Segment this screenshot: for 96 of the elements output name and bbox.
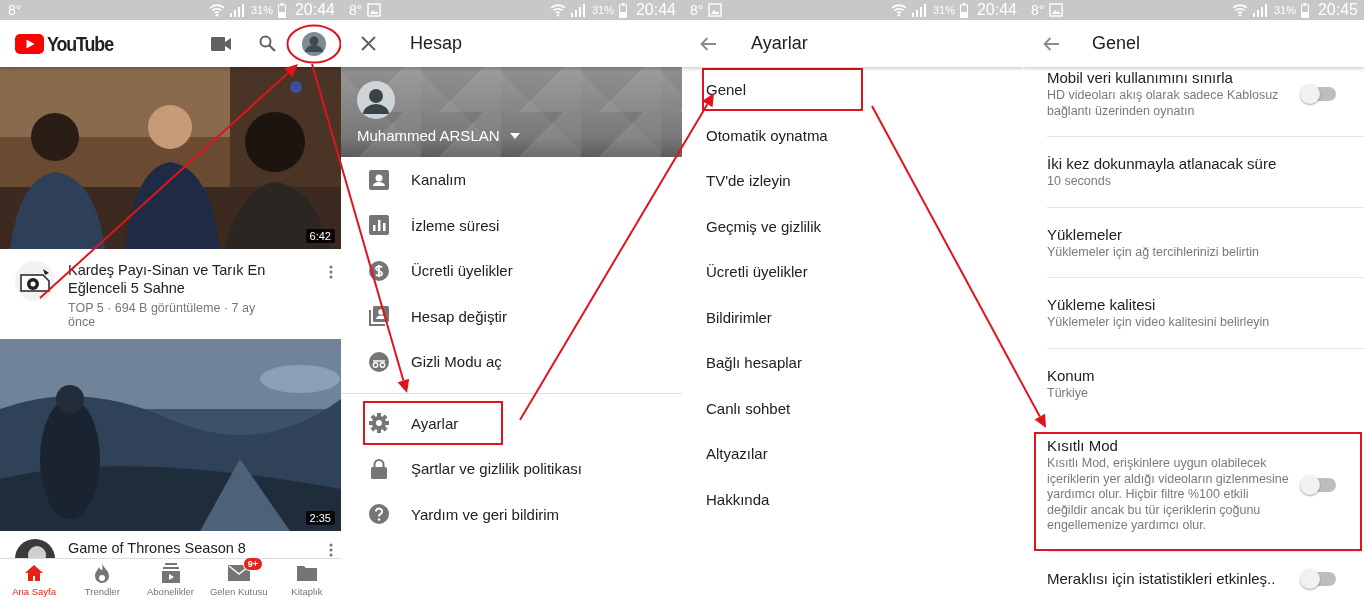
nav-tab[interactable]: Trendler bbox=[68, 559, 137, 601]
menu-item[interactable]: Şartlar ve gizlilik politikası bbox=[363, 446, 584, 491]
screen-title: Genel bbox=[1092, 33, 1141, 54]
image-icon bbox=[1049, 3, 1064, 17]
setting-description: Kısıtlı Mod, erişkinlere uygun olabilecek içeriklerin yer aldığı videoların gizlenmesine yardımcı olur. Hiçbir filtre %100 etkili değildir ancak bu tür içeriklerin çoğunu engellemenize yardımcı olur. bbox=[1047, 456, 1289, 534]
caret-icon[interactable] bbox=[509, 132, 520, 139]
envelope-icon bbox=[227, 565, 250, 581]
image-icon bbox=[367, 3, 382, 17]
setting-description: Yüklemeler için ağ tercihlerinizi belirtin bbox=[1047, 244, 1260, 260]
menu-item[interactable]: Ücretli üyelikler bbox=[363, 248, 515, 293]
account-avatar[interactable] bbox=[302, 31, 326, 56]
toggle-switch[interactable] bbox=[1302, 86, 1336, 101]
menu-item[interactable]: İzleme süresi bbox=[363, 203, 503, 248]
menu-item[interactable]: Hesap değiştir bbox=[363, 294, 509, 339]
settings-item[interactable]: Ücretli üyelikler bbox=[702, 250, 863, 294]
setting-title: Yüklemeler bbox=[1047, 224, 1124, 245]
menu-item[interactable]: Ayarlar bbox=[363, 401, 503, 446]
menu-item[interactable]: Yardım ve geri bildirim bbox=[363, 492, 562, 537]
menu-item[interactable]: Kanalım bbox=[363, 157, 503, 202]
profile-avatar[interactable] bbox=[357, 81, 395, 119]
settings-item[interactable]: Altyazılar bbox=[702, 432, 863, 476]
subscriptions-icon bbox=[161, 563, 180, 583]
back-arrow-icon[interactable] bbox=[1043, 36, 1059, 51]
battery-icon bbox=[959, 2, 968, 18]
wifi-icon bbox=[890, 3, 907, 17]
settings-item[interactable]: Canlı sohbet bbox=[702, 386, 863, 430]
wifi-icon bbox=[1231, 3, 1248, 17]
folder-icon bbox=[296, 565, 317, 581]
video-camera-icon[interactable] bbox=[211, 36, 231, 51]
nav-tab[interactable]: 9+ Gelen Kutusu bbox=[204, 559, 273, 601]
setting-title: Meraklısı için istatistikleri etkinleş.. bbox=[1047, 568, 1277, 589]
video-title[interactable]: Game of Thrones Season 8 bbox=[68, 539, 283, 557]
setting-row[interactable]: Konum Türkiye bbox=[1034, 348, 1362, 418]
wifi-icon bbox=[549, 3, 566, 17]
settings-item[interactable]: Otomatik oynatma bbox=[702, 113, 863, 157]
setting-description: HD videoları akış olarak sadece Kablosuz bağlantı üzerinden oynatın bbox=[1047, 88, 1280, 119]
video-title[interactable]: Kardeş Payı-Sinan ve Tarık En Eğlenceli 5 Sahne bbox=[68, 261, 283, 297]
settings-item[interactable]: Hakkında bbox=[702, 477, 863, 521]
setting-row[interactable]: Meraklısı için istatistikleri etkinleş.. bbox=[1034, 551, 1362, 601]
signal-icon bbox=[1252, 3, 1267, 17]
screen-title: Hesap bbox=[410, 33, 463, 54]
setting-title: İki kez dokunmayla atlanacak süre bbox=[1047, 154, 1278, 174]
video-meta: TOP 5 · 694 B görüntüleme · 7 ay önce bbox=[68, 301, 257, 329]
notification-badge: 9+ bbox=[242, 557, 263, 571]
setting-row[interactable]: Mobil veri kullanımını sınırla HD videoları akış olarak sadece Kablosuz bağlantı üzerinden oynatın bbox=[1034, 67, 1362, 136]
setting-title: Kısıtlı Mod bbox=[1047, 436, 1119, 456]
setting-row[interactable]: İki kez dokunmayla atlanacak süre 10 seconds bbox=[1034, 137, 1362, 207]
menu-item[interactable]: Gizli Modu aç bbox=[363, 339, 504, 384]
switch-account-icon bbox=[369, 306, 389, 327]
setting-row[interactable]: Yükleme kalitesi Yüklemeler için video kalitesini belirleyin bbox=[1034, 278, 1362, 348]
channel-avatar[interactable] bbox=[15, 261, 55, 301]
settings-icon bbox=[369, 413, 389, 434]
settings-item[interactable]: Genel bbox=[702, 68, 863, 112]
lock-icon bbox=[371, 458, 387, 479]
nav-tab[interactable]: Kitaplık bbox=[272, 559, 341, 601]
more-icon[interactable] bbox=[329, 265, 333, 279]
image-icon bbox=[708, 3, 723, 17]
incognito-icon bbox=[369, 351, 389, 372]
close-icon[interactable] bbox=[361, 36, 376, 51]
screen-title: Ayarlar bbox=[751, 33, 808, 54]
user-name[interactable]: Muhammed ARSLAN bbox=[357, 127, 500, 144]
person-card-icon bbox=[369, 169, 389, 190]
settings-item[interactable]: TV'de izleyin bbox=[702, 159, 863, 203]
logo-text: YouTube bbox=[47, 31, 113, 56]
settings-item[interactable]: Geçmiş ve gizlilik bbox=[702, 204, 863, 248]
setting-description: 10 seconds bbox=[1047, 174, 1112, 190]
signal-icon bbox=[911, 3, 926, 17]
home-icon bbox=[24, 564, 45, 582]
search-icon[interactable] bbox=[259, 35, 276, 52]
setting-description: Türkiye bbox=[1047, 385, 1089, 401]
signal-icon bbox=[570, 3, 585, 17]
setting-title: Mobil veri kullanımını sınırla bbox=[1047, 68, 1234, 88]
battery-icon bbox=[618, 2, 627, 18]
battery-icon bbox=[277, 2, 286, 18]
flame-icon bbox=[94, 563, 111, 583]
signal-icon bbox=[229, 3, 244, 17]
dollar-coin-icon bbox=[369, 260, 389, 281]
back-arrow-icon[interactable] bbox=[700, 36, 716, 51]
setting-row[interactable]: Yüklemeler Yüklemeler için ağ tercihlerinizi belirtin bbox=[1034, 207, 1362, 277]
setting-description: Yüklemeler için video kalitesini belirleyin bbox=[1047, 315, 1271, 331]
toggle-switch[interactable] bbox=[1302, 477, 1336, 492]
nav-tab[interactable]: Abonelikler bbox=[136, 559, 205, 601]
youtube-logo-icon bbox=[15, 33, 44, 54]
settings-item[interactable]: Bildirimler bbox=[702, 295, 863, 339]
help-icon bbox=[369, 504, 389, 525]
toggle-switch[interactable] bbox=[1302, 571, 1336, 586]
settings-item[interactable]: Bağlı hesaplar bbox=[702, 341, 863, 385]
setting-title: Yükleme kalitesi bbox=[1047, 295, 1157, 315]
nav-tab[interactable]: Ana Sayfa bbox=[0, 559, 69, 601]
battery-icon bbox=[1300, 2, 1309, 18]
duration-badge: 6:42 bbox=[305, 229, 335, 243]
bar-chart-icon bbox=[369, 215, 389, 236]
duration-badge: 2:35 bbox=[305, 511, 335, 525]
more-icon[interactable] bbox=[329, 543, 333, 557]
setting-title: Konum bbox=[1047, 365, 1096, 386]
wifi-icon bbox=[208, 3, 225, 17]
